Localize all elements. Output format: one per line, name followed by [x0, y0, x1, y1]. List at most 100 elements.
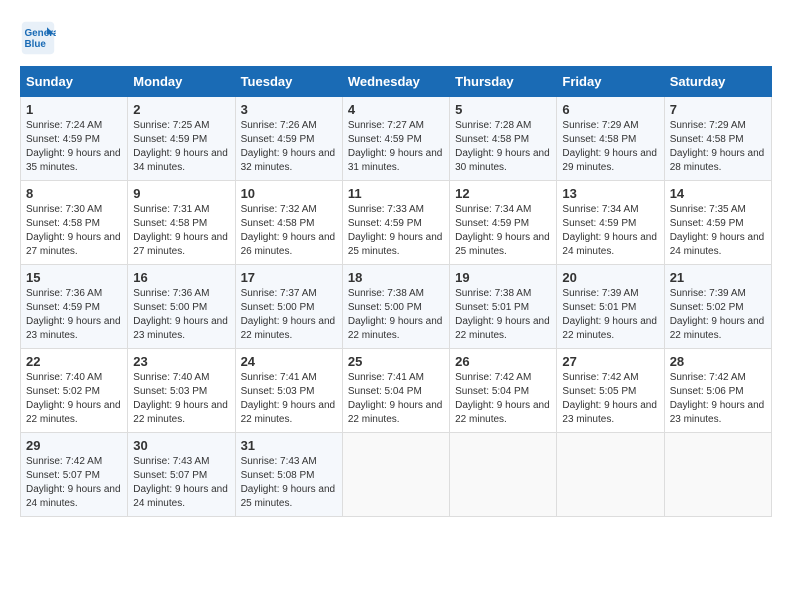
day-info: Sunrise: 7:25 AM Sunset: 4:59 PM Dayligh…: [133, 119, 229, 175]
day-number: 7: [670, 102, 766, 117]
logo: General Blue: [20, 20, 62, 56]
day-number: 12: [455, 186, 551, 201]
day-number: 19: [455, 270, 551, 285]
day-info: Sunrise: 7:37 AM Sunset: 5:00 PM Dayligh…: [241, 287, 337, 343]
calendar-week-5: 29 Sunrise: 7:42 AM Sunset: 5:07 PM Dayl…: [21, 433, 772, 517]
day-info: Sunrise: 7:39 AM Sunset: 5:01 PM Dayligh…: [562, 287, 658, 343]
svg-text:Blue: Blue: [25, 39, 47, 50]
day-info: Sunrise: 7:33 AM Sunset: 4:59 PM Dayligh…: [348, 203, 444, 259]
day-number: 23: [133, 354, 229, 369]
day-number: 24: [241, 354, 337, 369]
calendar-cell: 3 Sunrise: 7:26 AM Sunset: 4:59 PM Dayli…: [235, 97, 342, 181]
weekday-header-monday: Monday: [128, 67, 235, 97]
calendar-cell: 5 Sunrise: 7:28 AM Sunset: 4:58 PM Dayli…: [450, 97, 557, 181]
calendar-cell: 13 Sunrise: 7:34 AM Sunset: 4:59 PM Dayl…: [557, 181, 664, 265]
day-info: Sunrise: 7:28 AM Sunset: 4:58 PM Dayligh…: [455, 119, 551, 175]
day-info: Sunrise: 7:42 AM Sunset: 5:05 PM Dayligh…: [562, 371, 658, 427]
weekday-header-friday: Friday: [557, 67, 664, 97]
day-info: Sunrise: 7:38 AM Sunset: 5:01 PM Dayligh…: [455, 287, 551, 343]
day-number: 25: [348, 354, 444, 369]
day-info: Sunrise: 7:34 AM Sunset: 4:59 PM Dayligh…: [562, 203, 658, 259]
day-number: 18: [348, 270, 444, 285]
calendar-cell: 25 Sunrise: 7:41 AM Sunset: 5:04 PM Dayl…: [342, 349, 449, 433]
day-number: 13: [562, 186, 658, 201]
calendar-cell: 30 Sunrise: 7:43 AM Sunset: 5:07 PM Dayl…: [128, 433, 235, 517]
weekday-header-saturday: Saturday: [664, 67, 771, 97]
calendar-cell: 11 Sunrise: 7:33 AM Sunset: 4:59 PM Dayl…: [342, 181, 449, 265]
calendar-cell: 15 Sunrise: 7:36 AM Sunset: 4:59 PM Dayl…: [21, 265, 128, 349]
day-info: Sunrise: 7:36 AM Sunset: 4:59 PM Dayligh…: [26, 287, 122, 343]
calendar-cell: 24 Sunrise: 7:41 AM Sunset: 5:03 PM Dayl…: [235, 349, 342, 433]
day-number: 17: [241, 270, 337, 285]
day-number: 14: [670, 186, 766, 201]
calendar-cell: 22 Sunrise: 7:40 AM Sunset: 5:02 PM Dayl…: [21, 349, 128, 433]
calendar-cell: 20 Sunrise: 7:39 AM Sunset: 5:01 PM Dayl…: [557, 265, 664, 349]
calendar-cell: 26 Sunrise: 7:42 AM Sunset: 5:04 PM Dayl…: [450, 349, 557, 433]
day-info: Sunrise: 7:40 AM Sunset: 5:02 PM Dayligh…: [26, 371, 122, 427]
day-number: 21: [670, 270, 766, 285]
day-number: 31: [241, 438, 337, 453]
calendar-week-2: 8 Sunrise: 7:30 AM Sunset: 4:58 PM Dayli…: [21, 181, 772, 265]
weekday-header-tuesday: Tuesday: [235, 67, 342, 97]
day-number: 6: [562, 102, 658, 117]
calendar-cell: [450, 433, 557, 517]
day-info: Sunrise: 7:42 AM Sunset: 5:07 PM Dayligh…: [26, 455, 122, 511]
calendar-cell: 31 Sunrise: 7:43 AM Sunset: 5:08 PM Dayl…: [235, 433, 342, 517]
day-number: 27: [562, 354, 658, 369]
calendar-cell: [557, 433, 664, 517]
day-info: Sunrise: 7:30 AM Sunset: 4:58 PM Dayligh…: [26, 203, 122, 259]
day-info: Sunrise: 7:29 AM Sunset: 4:58 PM Dayligh…: [562, 119, 658, 175]
calendar-cell: 4 Sunrise: 7:27 AM Sunset: 4:59 PM Dayli…: [342, 97, 449, 181]
day-number: 11: [348, 186, 444, 201]
calendar-cell: 14 Sunrise: 7:35 AM Sunset: 4:59 PM Dayl…: [664, 181, 771, 265]
calendar-cell: 12 Sunrise: 7:34 AM Sunset: 4:59 PM Dayl…: [450, 181, 557, 265]
day-number: 26: [455, 354, 551, 369]
day-number: 8: [26, 186, 122, 201]
calendar-cell: 10 Sunrise: 7:32 AM Sunset: 4:58 PM Dayl…: [235, 181, 342, 265]
day-number: 30: [133, 438, 229, 453]
day-info: Sunrise: 7:34 AM Sunset: 4:59 PM Dayligh…: [455, 203, 551, 259]
calendar-week-1: 1 Sunrise: 7:24 AM Sunset: 4:59 PM Dayli…: [21, 97, 772, 181]
day-info: Sunrise: 7:41 AM Sunset: 5:04 PM Dayligh…: [348, 371, 444, 427]
calendar-cell: 28 Sunrise: 7:42 AM Sunset: 5:06 PM Dayl…: [664, 349, 771, 433]
day-number: 15: [26, 270, 122, 285]
header: General Blue: [20, 20, 772, 56]
day-info: Sunrise: 7:31 AM Sunset: 4:58 PM Dayligh…: [133, 203, 229, 259]
calendar-cell: [664, 433, 771, 517]
calendar-table: SundayMondayTuesdayWednesdayThursdayFrid…: [20, 66, 772, 517]
calendar-cell: 7 Sunrise: 7:29 AM Sunset: 4:58 PM Dayli…: [664, 97, 771, 181]
day-info: Sunrise: 7:35 AM Sunset: 4:59 PM Dayligh…: [670, 203, 766, 259]
day-number: 5: [455, 102, 551, 117]
day-number: 16: [133, 270, 229, 285]
calendar-cell: [342, 433, 449, 517]
day-number: 3: [241, 102, 337, 117]
calendar-cell: 16 Sunrise: 7:36 AM Sunset: 5:00 PM Dayl…: [128, 265, 235, 349]
day-number: 2: [133, 102, 229, 117]
weekday-header-thursday: Thursday: [450, 67, 557, 97]
calendar-cell: 8 Sunrise: 7:30 AM Sunset: 4:58 PM Dayli…: [21, 181, 128, 265]
day-info: Sunrise: 7:40 AM Sunset: 5:03 PM Dayligh…: [133, 371, 229, 427]
day-number: 4: [348, 102, 444, 117]
day-info: Sunrise: 7:24 AM Sunset: 4:59 PM Dayligh…: [26, 119, 122, 175]
calendar-cell: 29 Sunrise: 7:42 AM Sunset: 5:07 PM Dayl…: [21, 433, 128, 517]
calendar-week-3: 15 Sunrise: 7:36 AM Sunset: 4:59 PM Dayl…: [21, 265, 772, 349]
calendar-cell: 6 Sunrise: 7:29 AM Sunset: 4:58 PM Dayli…: [557, 97, 664, 181]
day-info: Sunrise: 7:42 AM Sunset: 5:04 PM Dayligh…: [455, 371, 551, 427]
calendar-cell: 19 Sunrise: 7:38 AM Sunset: 5:01 PM Dayl…: [450, 265, 557, 349]
day-info: Sunrise: 7:26 AM Sunset: 4:59 PM Dayligh…: [241, 119, 337, 175]
day-number: 22: [26, 354, 122, 369]
day-number: 29: [26, 438, 122, 453]
day-info: Sunrise: 7:41 AM Sunset: 5:03 PM Dayligh…: [241, 371, 337, 427]
calendar-week-4: 22 Sunrise: 7:40 AM Sunset: 5:02 PM Dayl…: [21, 349, 772, 433]
day-info: Sunrise: 7:42 AM Sunset: 5:06 PM Dayligh…: [670, 371, 766, 427]
day-info: Sunrise: 7:43 AM Sunset: 5:08 PM Dayligh…: [241, 455, 337, 511]
day-number: 10: [241, 186, 337, 201]
logo-icon: General Blue: [20, 20, 56, 56]
day-number: 20: [562, 270, 658, 285]
day-info: Sunrise: 7:36 AM Sunset: 5:00 PM Dayligh…: [133, 287, 229, 343]
day-info: Sunrise: 7:32 AM Sunset: 4:58 PM Dayligh…: [241, 203, 337, 259]
day-info: Sunrise: 7:43 AM Sunset: 5:07 PM Dayligh…: [133, 455, 229, 511]
day-info: Sunrise: 7:38 AM Sunset: 5:00 PM Dayligh…: [348, 287, 444, 343]
calendar-cell: 9 Sunrise: 7:31 AM Sunset: 4:58 PM Dayli…: [128, 181, 235, 265]
day-number: 1: [26, 102, 122, 117]
